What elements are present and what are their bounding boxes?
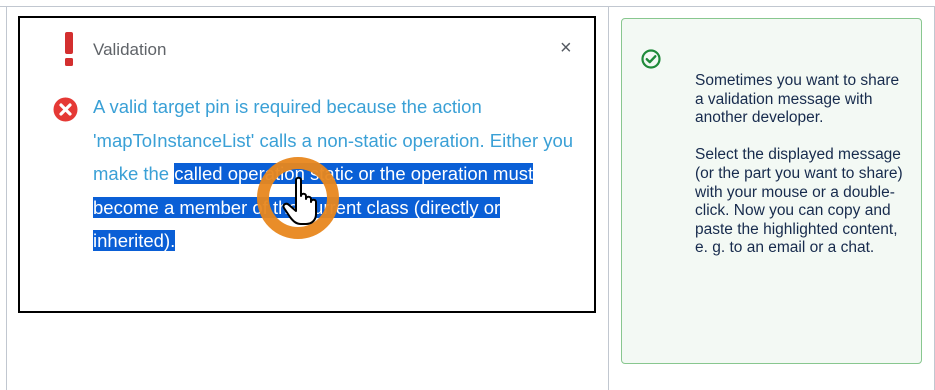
tip-text: Sometimes you want to share a validation… xyxy=(695,72,909,258)
table-border-left xyxy=(6,6,7,390)
error-x-icon xyxy=(53,97,78,122)
tip-panel: Sometimes you want to share a validation… xyxy=(621,18,922,364)
tip-paragraph-2: Select the displayed message (or the par… xyxy=(695,146,903,257)
exclamation-icon xyxy=(65,32,73,66)
table-column-divider xyxy=(608,6,609,390)
tip-paragraph-1: Sometimes you want to share a validation… xyxy=(695,72,900,127)
close-icon[interactable]: × xyxy=(560,38,576,58)
hand-pointer-icon xyxy=(257,157,339,239)
check-circle-icon xyxy=(641,49,661,69)
validation-dialog-screenshot: Validation × A valid target pin is requi… xyxy=(18,16,596,313)
table-border-top xyxy=(0,6,935,7)
dialog-title: Validation xyxy=(93,40,167,59)
